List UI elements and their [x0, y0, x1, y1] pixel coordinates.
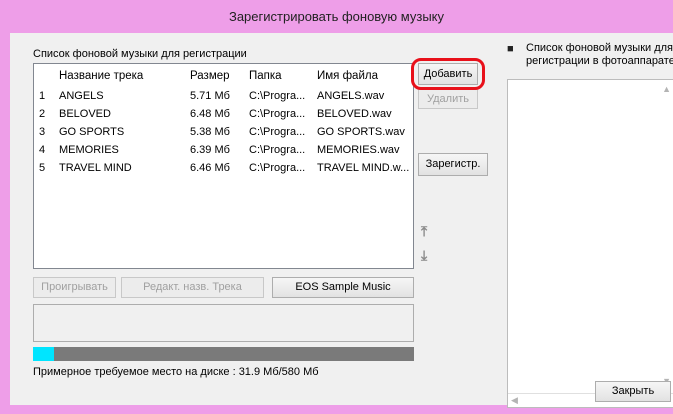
window-title: Зарегистрировать фоновую музыку [228, 9, 445, 24]
play-button[interactable]: Проигрывать [33, 277, 116, 298]
edit-track-name-button[interactable]: Редакт. назв. Трека [121, 277, 264, 298]
table-row[interactable]: 1 ANGELS 5.71 Мб C:\Progra... ANGELS.wav [34, 90, 413, 106]
eos-sample-music-button[interactable]: EOS Sample Music [272, 277, 414, 298]
track-name: TRAVEL MIND [59, 162, 132, 174]
move-up-icon[interactable]: ⤒ [421, 223, 427, 240]
track-file-name: BELOVED.wav [317, 108, 392, 120]
disk-usage-fill [33, 347, 54, 361]
track-name: BELOVED [59, 108, 111, 120]
track-size: 6.48 Мб [190, 108, 230, 120]
track-folder: C:\Progra... [249, 108, 306, 120]
row-number: 5 [39, 162, 46, 174]
move-down-icon[interactable]: ⤓ [421, 247, 427, 264]
table-row[interactable]: 3 GO SPORTS 5.38 Мб C:\Progra... GO SPOR… [34, 126, 413, 142]
column-header-file-name[interactable]: Имя файла [317, 70, 378, 82]
scroll-up-icon[interactable]: ▲ [662, 84, 671, 94]
column-header-size[interactable]: Размер [190, 70, 230, 82]
track-size: 5.71 Мб [190, 90, 230, 102]
table-row[interactable]: 5 TRAVEL MIND 6.46 Мб C:\Progra... TRAVE… [34, 162, 413, 178]
row-number: 2 [39, 108, 46, 120]
disk-space-text: Примерное требуемое место на диске : 31.… [33, 366, 319, 378]
camera-list-title-line1: Список фоновой музыки для [526, 42, 673, 54]
table-row[interactable]: 2 BELOVED 6.48 Мб C:\Progra... BELOVED.w… [34, 108, 413, 124]
track-size: 5.38 Мб [190, 126, 230, 138]
register-bgm-window: Зарегистрировать фоновую музыку Список ф… [0, 0, 673, 414]
track-size: 6.46 Мб [190, 162, 230, 174]
track-list-label: Список фоновой музыки для регистрации [33, 48, 247, 60]
disk-usage-bar [33, 347, 414, 361]
column-header-folder[interactable]: Папка [249, 70, 282, 82]
delete-button[interactable]: Удалить [418, 89, 478, 109]
column-header-track-name[interactable]: Название трека [59, 70, 143, 82]
track-name: MEMORIES [59, 144, 119, 156]
track-info-box [33, 304, 414, 342]
track-file-name: TRAVEL MIND.w... [317, 162, 409, 174]
track-folder: C:\Progra... [249, 126, 306, 138]
track-folder: C:\Progra... [249, 162, 306, 174]
track-file-name: MEMORIES.wav [317, 144, 400, 156]
track-folder: C:\Progra... [249, 144, 306, 156]
track-list-table[interactable]: Название трека Размер Папка Имя файла 1 … [33, 63, 414, 269]
close-button[interactable]: Закрыть [595, 381, 671, 402]
register-button[interactable]: Зарегистр. [418, 153, 488, 176]
row-number: 1 [39, 90, 46, 102]
table-row[interactable]: 4 MEMORIES 6.39 Мб C:\Progra... MEMORIES… [34, 144, 413, 160]
camera-list-title-line2: регистрации в фотоаппарате [526, 55, 673, 67]
row-number: 4 [39, 144, 46, 156]
row-number: 3 [39, 126, 46, 138]
track-name: GO SPORTS [59, 126, 125, 138]
scroll-left-icon[interactable]: ◀ [511, 395, 518, 406]
track-file-name: GO SPORTS.wav [317, 126, 405, 138]
dialog-client-area: Список фоновой музыки для регистрации На… [10, 33, 673, 408]
track-name: ANGELS [59, 90, 104, 102]
track-size: 6.39 Мб [190, 144, 230, 156]
track-folder: C:\Progra... [249, 90, 306, 102]
add-button-highlight-ring [411, 58, 485, 90]
track-file-name: ANGELS.wav [317, 90, 385, 102]
camera-icon: ■ [507, 43, 514, 55]
camera-track-list[interactable]: ▲ ▼ ◀ [507, 79, 673, 408]
